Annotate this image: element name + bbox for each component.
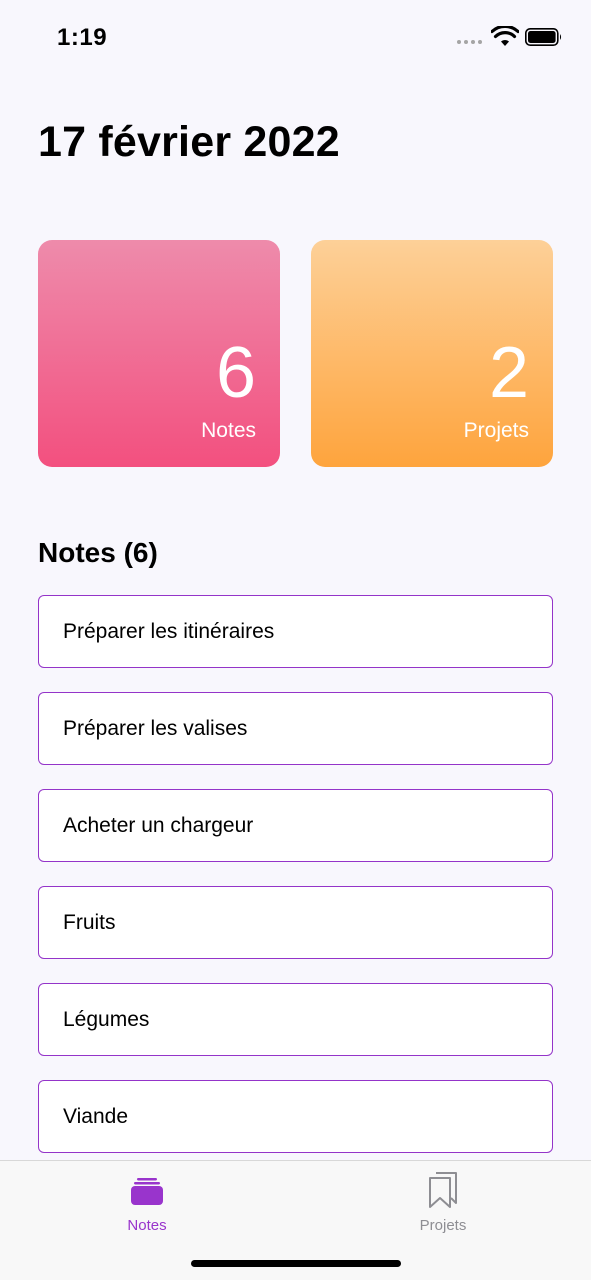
note-item[interactable]: Légumes <box>38 983 553 1056</box>
note-item[interactable]: Viande <box>38 1080 553 1153</box>
wifi-icon <box>491 26 519 46</box>
projects-card-label: Projets <box>463 419 529 442</box>
battery-icon <box>525 28 562 46</box>
note-item[interactable]: Fruits <box>38 886 553 959</box>
tab-notes-label: Notes <box>127 1217 167 1234</box>
status-time: 1:19 <box>57 24 108 51</box>
notes-card-label: Notes <box>201 419 256 442</box>
notes-section-title: Notes (6) <box>38 537 158 568</box>
notes-list: Préparer les itinéraires Préparer les va… <box>38 595 553 1177</box>
cellular-signal-icon <box>457 40 482 44</box>
tab-notes[interactable]: Notes <box>77 1169 217 1239</box>
notes-count: 6 <box>215 333 256 413</box>
projects-summary-card[interactable]: 2 Projets <box>311 240 553 467</box>
bookmarks-icon <box>429 1172 457 1208</box>
status-bar: 1:19 <box>0 0 591 76</box>
note-item[interactable]: Préparer les itinéraires <box>38 595 553 668</box>
tab-projects-label: Projets <box>419 1217 467 1234</box>
page-title: 17 février 2022 <box>38 118 340 166</box>
notes-summary-card[interactable]: 6 Notes <box>38 240 280 467</box>
note-item[interactable]: Acheter un chargeur <box>38 789 553 862</box>
note-item[interactable]: Préparer les valises <box>38 692 553 765</box>
home-indicator <box>191 1260 401 1267</box>
tab-projects[interactable]: Projets <box>373 1169 513 1239</box>
projects-count: 2 <box>488 333 529 413</box>
stack-icon <box>131 1178 163 1205</box>
